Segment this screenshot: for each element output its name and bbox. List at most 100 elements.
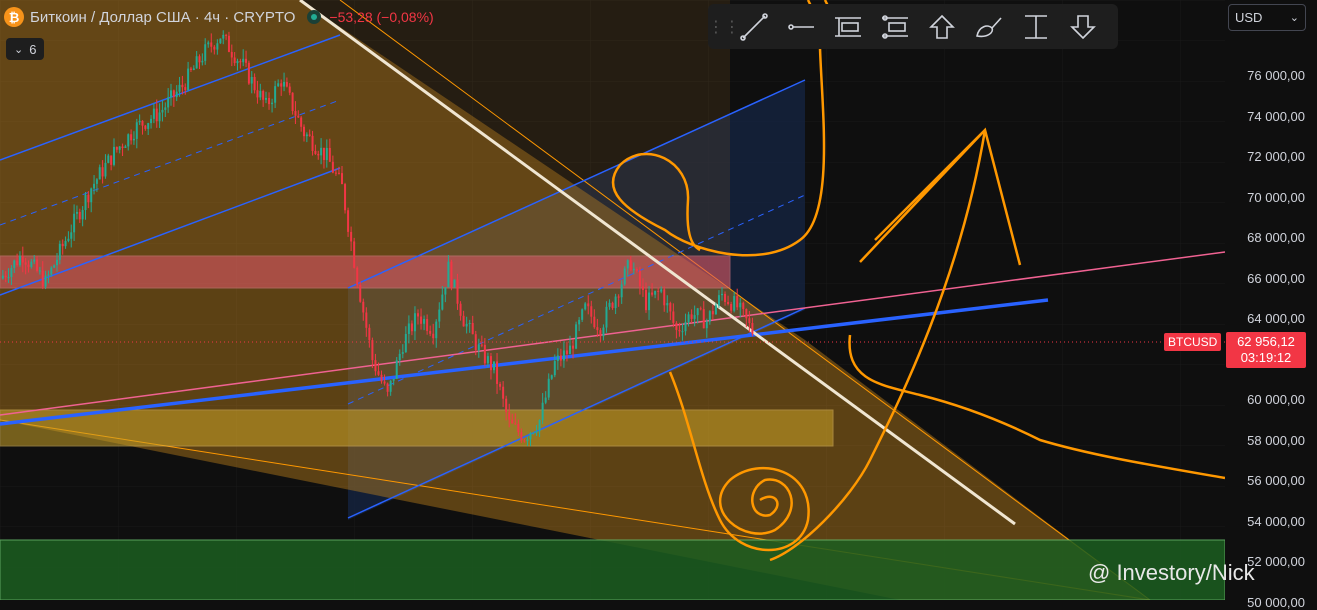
candle-body — [638, 270, 641, 287]
currency-select[interactable]: USD ⌄ — [1228, 4, 1306, 31]
candle-body — [308, 134, 311, 136]
candle-body — [311, 135, 314, 151]
candle-body — [429, 330, 432, 334]
candle-body — [617, 296, 620, 298]
candle-body — [508, 412, 511, 420]
candle-body — [170, 90, 172, 98]
candle-body — [250, 76, 253, 84]
last-price-value: 62 956,12 — [1237, 334, 1295, 349]
symbol-header: ₿ Биткоин / Доллар США · 4ч · CRYPTO −53… — [4, 6, 434, 28]
candle-body — [626, 260, 629, 269]
candle-body — [711, 311, 714, 315]
candle-body — [245, 58, 248, 63]
candle-body — [317, 153, 320, 156]
candle-body — [395, 360, 398, 379]
candle-body — [341, 173, 343, 185]
price-tick-label: 72 000,00 — [1247, 149, 1305, 164]
candle-body — [623, 268, 626, 285]
candle-body — [447, 261, 450, 288]
candle-body — [93, 183, 96, 189]
candle-body — [645, 289, 647, 311]
symbol-title[interactable]: Биткоин / Доллар США · 4ч · CRYPTO — [30, 9, 295, 26]
candle-body — [605, 306, 608, 328]
price-label-tool[interactable] — [824, 4, 871, 49]
candle-body — [404, 333, 407, 353]
candle-body — [736, 296, 739, 308]
candle-body — [337, 172, 340, 174]
candle-body — [489, 356, 492, 371]
price-axis[interactable] — [1225, 0, 1317, 600]
indicator-count: 6 — [29, 41, 37, 57]
candle-body — [4, 275, 7, 278]
candle-body — [41, 270, 44, 287]
candle-body — [675, 322, 678, 330]
candle-body — [420, 316, 423, 324]
indicators-toggle-button[interactable]: ⌄ 6 — [6, 38, 45, 60]
candle-body — [268, 97, 271, 105]
candle-body — [207, 42, 210, 45]
candle-body — [16, 260, 19, 266]
candle-body — [426, 318, 429, 331]
candle-body — [36, 259, 39, 272]
arrow-down-icon — [1069, 14, 1096, 39]
candle-body — [389, 380, 392, 392]
candle-body — [483, 344, 486, 364]
price-tick-label: 54 000,00 — [1247, 513, 1305, 529]
candle-body — [392, 378, 395, 381]
candle-body — [620, 284, 623, 298]
candle-body — [213, 46, 216, 50]
candle-body — [230, 51, 233, 58]
candle-body — [64, 240, 67, 247]
candle-body — [578, 319, 581, 325]
arrow-up-icon — [928, 14, 955, 39]
candle-body — [547, 378, 550, 398]
candle-body — [30, 261, 33, 267]
candle-body — [167, 97, 170, 108]
candle-body — [115, 146, 118, 150]
candle-body — [453, 279, 456, 288]
candle-body — [368, 327, 371, 341]
measure-tool[interactable] — [1012, 4, 1059, 49]
price-tick-label: 60 000,00 — [1247, 392, 1305, 407]
drag-grip-icon[interactable]: ⋮⋮ — [708, 17, 740, 37]
candle-body — [374, 360, 377, 372]
candle-body — [124, 146, 127, 148]
candle-body — [556, 355, 559, 362]
candle-body — [359, 284, 362, 302]
candle-body — [441, 294, 444, 310]
candle-body — [559, 355, 562, 361]
resistance-zone — [0, 255, 731, 289]
candle-body — [118, 146, 121, 150]
price-range-s-icon — [881, 14, 908, 39]
candle-body — [288, 86, 291, 93]
brush-tool[interactable] — [965, 4, 1012, 49]
candle-body — [739, 302, 742, 308]
candle-body — [748, 318, 751, 324]
price-chart[interactable] — [0, 0, 1317, 600]
arrow-up-tool[interactable] — [918, 4, 965, 49]
candle-body — [328, 147, 331, 162]
price-tick-label: 76 000,00 — [1247, 68, 1305, 83]
candle-body — [225, 34, 228, 36]
candle-body — [648, 292, 651, 311]
candle-body — [130, 134, 133, 141]
candle-body — [265, 97, 267, 100]
candle-body — [58, 243, 61, 260]
horizontal-ray-tool[interactable] — [777, 4, 824, 49]
candle-body — [730, 303, 733, 311]
candle-body — [262, 90, 265, 100]
candle-body — [517, 423, 520, 433]
arrow-down-tool[interactable] — [1059, 4, 1106, 49]
candle-body — [10, 267, 13, 278]
candle-body — [135, 122, 138, 139]
candle-body — [347, 210, 350, 232]
candle-body — [614, 296, 617, 309]
price-range-tool[interactable] — [871, 4, 918, 49]
candle-body — [544, 397, 547, 403]
candle-body — [277, 83, 280, 87]
candle-body — [195, 56, 198, 69]
candle-body — [47, 274, 50, 276]
trend-line-tool[interactable] — [730, 4, 777, 49]
market-status-icon[interactable] — [307, 10, 322, 24]
candle-body — [413, 313, 416, 332]
